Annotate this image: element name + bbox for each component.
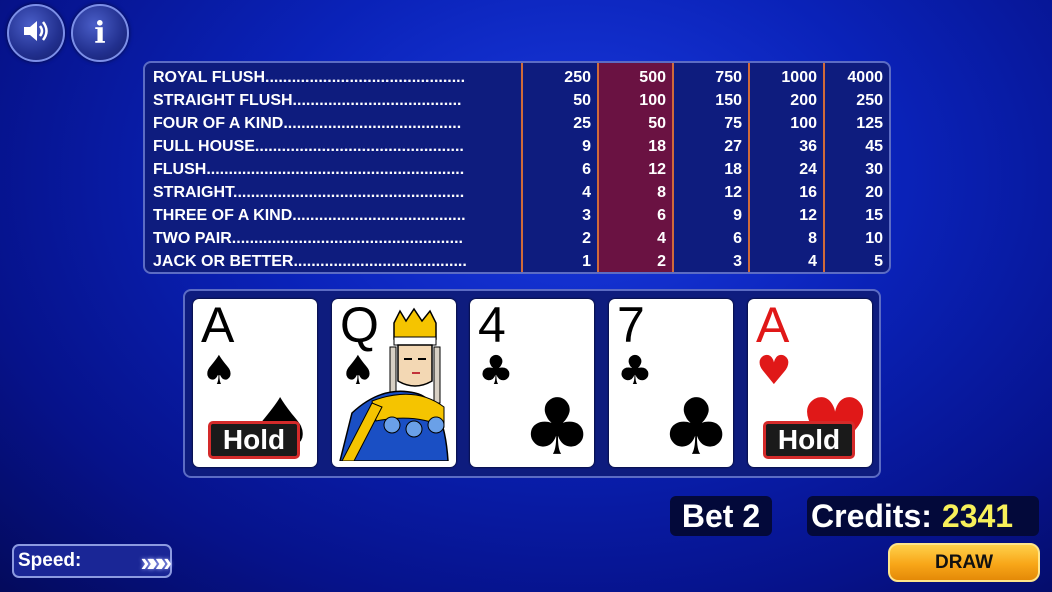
payout-column: 500 100 50 18 12 8 6 4 2 (597, 63, 672, 272)
payout-value: 2 (582, 230, 591, 247)
payout-value: 12 (724, 184, 742, 201)
playing-card[interactable]: Q ♠ (332, 299, 456, 467)
sound-button[interactable] (7, 4, 65, 62)
payout-value: 25 (573, 115, 591, 132)
bet-display: Bet 2 (670, 496, 772, 536)
payout-value: 27 (724, 138, 742, 155)
payout-value: 100 (790, 115, 817, 132)
credits-display: Credits: 2341 (807, 496, 1039, 536)
playing-card[interactable]: A♠♠Hold (193, 299, 317, 467)
payout-value: 4 (808, 253, 817, 270)
payout-value: 75 (724, 115, 742, 132)
payout-value: 3 (733, 253, 742, 270)
payout-value: 4 (657, 230, 666, 247)
hand-name: FULL HOUSE..............................… (153, 138, 464, 155)
queen-portrait-icon (339, 307, 449, 461)
payout-value: 3 (582, 207, 591, 224)
payout-value: 45 (865, 138, 883, 155)
card-rank: 4 (478, 299, 506, 353)
payout-value: 4 (582, 184, 591, 201)
hand-name: STRAIGHT FLUSH..........................… (153, 92, 462, 109)
hold-badge: Hold (208, 421, 300, 459)
payout-value: 15 (865, 207, 883, 224)
card-rank: A (756, 299, 790, 353)
payout-value: 4000 (847, 69, 883, 86)
draw-label: DRAW (934, 552, 994, 573)
payout-value: 250 (564, 69, 591, 86)
payout-value: 100 (639, 92, 666, 109)
payout-value: 750 (715, 69, 742, 86)
card-suit-large-icon: ♣ (522, 383, 592, 467)
payout-value: 8 (657, 184, 666, 201)
card-suit-large-icon: ♣ (661, 383, 731, 467)
paytable-hand-names: ROYAL FLUSH.............................… (153, 66, 521, 272)
playing-card[interactable]: 7 ♣ ♣ (609, 299, 733, 467)
info-icon: i (94, 15, 106, 51)
payout-column: 750 150 75 27 18 12 9 6 3 (672, 63, 748, 272)
payout-value: 24 (799, 161, 817, 178)
hand-name: STRAIGHT................................… (153, 184, 465, 201)
payout-value: 16 (799, 184, 817, 201)
payout-value: 9 (733, 207, 742, 224)
info-button[interactable]: i (71, 4, 129, 62)
speed-arrows-icon: »»» (140, 547, 172, 577)
payout-value: 8 (808, 230, 817, 247)
payout-column: 1000 200 100 36 24 16 12 8 4 (748, 63, 823, 272)
paytable: ROYAL FLUSH.............................… (143, 61, 891, 274)
hand-name: TWO PAIR................................… (153, 230, 463, 247)
payout-value: 30 (865, 161, 883, 178)
payout-value: 1000 (781, 69, 817, 86)
payout-value: 12 (799, 207, 817, 224)
playing-card[interactable]: A♥♥Hold (748, 299, 872, 467)
payout-value: 50 (573, 92, 591, 109)
payout-value: 250 (856, 92, 883, 109)
bet-label: Bet 2 (681, 498, 761, 534)
draw-button[interactable]: DRAW (888, 543, 1040, 582)
payout-value: 2 (657, 253, 666, 270)
hand-name: JACK OR BETTER..........................… (153, 253, 467, 270)
payout-value: 5 (874, 253, 883, 270)
hand-name: FLUSH...................................… (153, 161, 465, 178)
hand-name: THREE OF A KIND.........................… (153, 207, 466, 224)
hold-badge: Hold (763, 421, 855, 459)
payout-value: 10 (865, 230, 883, 247)
payout-value: 9 (582, 138, 591, 155)
card-suit-icon: ♣ (617, 348, 653, 394)
hand-name: FOUR OF A KIND..........................… (153, 115, 462, 132)
payout-value: 6 (657, 207, 666, 224)
payout-value: 200 (790, 92, 817, 109)
card-rank: 7 (617, 299, 645, 353)
payout-column: 250 50 25 9 6 4 3 2 1 (521, 63, 597, 272)
card-suit-icon: ♣ (478, 348, 514, 394)
payout-value: 18 (648, 138, 666, 155)
payout-value: 500 (639, 69, 666, 86)
payout-value: 18 (724, 161, 742, 178)
payout-value: 36 (799, 138, 817, 155)
payout-value: 6 (733, 230, 742, 247)
playing-card[interactable]: 4 ♣ ♣ (470, 299, 594, 467)
speed-label: Speed: (18, 550, 82, 571)
payout-value: 12 (648, 161, 666, 178)
credits-label: Credits: (811, 498, 932, 534)
payout-value: 125 (856, 115, 883, 132)
card-rank: A (201, 299, 235, 353)
payout-value: 1 (582, 253, 591, 270)
card-suit-icon: ♠ (201, 348, 237, 394)
payout-value: 50 (648, 115, 666, 132)
payout-value: 6 (582, 161, 591, 178)
payout-column: 4000 250 125 45 30 20 15 10 5 (823, 63, 889, 272)
payout-value: 20 (865, 184, 883, 201)
payout-value: 150 (715, 92, 742, 109)
card-suit-icon: ♥ (756, 348, 792, 394)
credits-value: 2341 (941, 498, 1014, 534)
hand-name: ROYAL FLUSH.............................… (153, 69, 466, 86)
speaker-icon (21, 17, 51, 49)
speed-button[interactable]: Speed: »»» (12, 544, 172, 578)
